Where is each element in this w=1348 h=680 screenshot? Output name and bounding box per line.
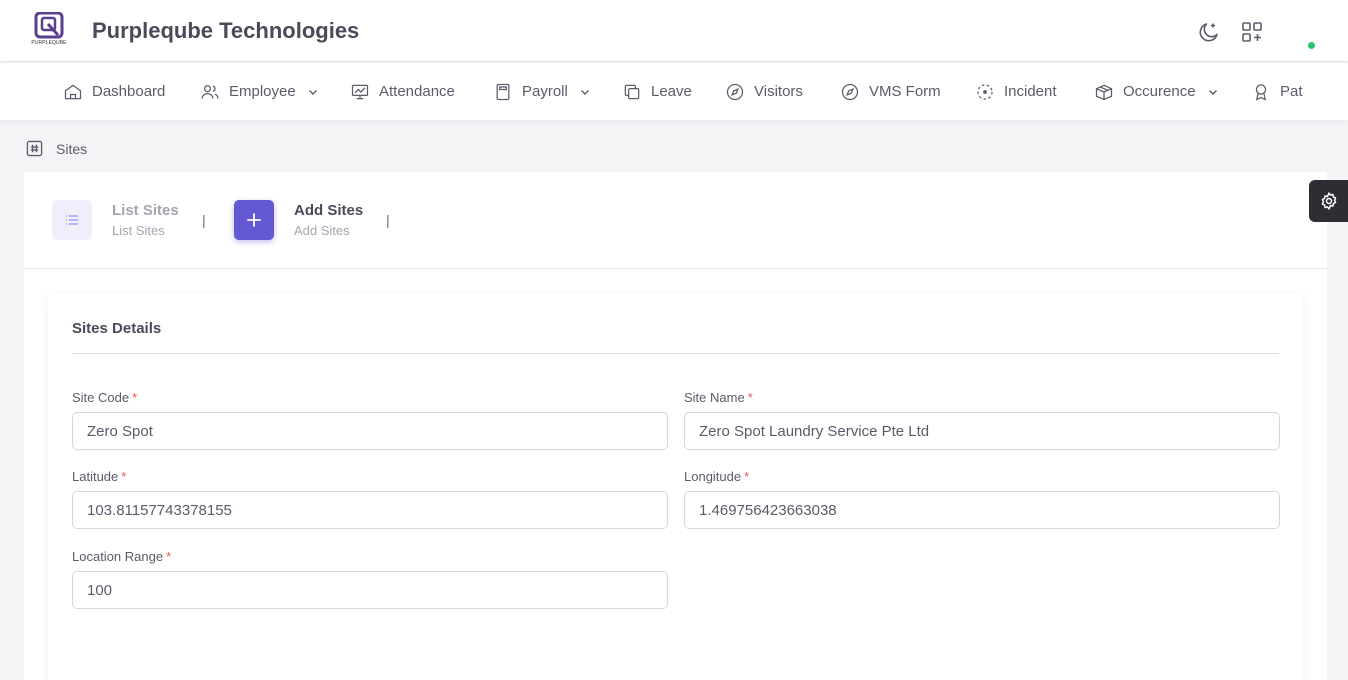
nav-item-vms-form[interactable]: VMS Form: [840, 63, 941, 120]
required-marker: *: [132, 390, 138, 405]
nav-label: VMS Form: [869, 83, 941, 100]
site-name-input[interactable]: [684, 412, 1280, 450]
top-header: PURPLEQUBE Purpleqube Technologies: [0, 0, 1348, 62]
hash-icon: [26, 140, 43, 157]
focus-icon: [977, 83, 993, 100]
nav-label: Dashboard: [92, 83, 166, 100]
chevron-down-icon: [580, 89, 589, 95]
latitude-input[interactable]: [72, 491, 668, 529]
step-subtitle: Add Sites: [294, 223, 350, 238]
nav-label: Occurence: [1123, 83, 1196, 100]
company-name: Purpleqube Technologies: [92, 18, 360, 43]
calculator-icon: [496, 83, 510, 100]
nav-label: Visitors: [754, 83, 803, 100]
step-divider: |: [386, 212, 390, 228]
required-marker: *: [166, 549, 172, 564]
card-divider: [24, 268, 1327, 269]
site-name-field: Site Name *: [684, 390, 1280, 450]
online-status-dot: [1308, 42, 1315, 49]
award-icon: [1255, 83, 1267, 101]
step-add-sites[interactable]: Add Sites Add Sites: [234, 200, 363, 240]
form-title: Sites Details: [72, 320, 162, 337]
site-code-label: Site Code *: [72, 390, 138, 405]
nav-item-payroll[interactable]: Payroll: [493, 63, 591, 120]
compass-icon: [726, 83, 744, 100]
location-range-input[interactable]: [72, 571, 668, 609]
chevron-down-icon: [1208, 89, 1217, 95]
users-icon: [201, 84, 219, 99]
step-list-sites[interactable]: List Sites List Sites: [52, 200, 179, 240]
nav-label: Attendance: [379, 83, 455, 100]
nav-item-attendance[interactable]: Attendance: [350, 63, 455, 120]
plus-icon: [234, 200, 274, 240]
compass-icon: [841, 83, 859, 100]
location-range-field: Location Range *: [72, 549, 668, 609]
chevron-down-icon: [308, 89, 317, 95]
moon-icon[interactable]: [1197, 20, 1221, 44]
site-code-field: Site Code *: [72, 390, 668, 450]
site-code-input[interactable]: [72, 412, 668, 450]
nav-label: Pat: [1280, 83, 1303, 100]
list-icon: [52, 200, 92, 240]
longitude-input[interactable]: [684, 491, 1280, 529]
nav-label: Employee: [229, 83, 296, 100]
location-range-label: Location Range *: [72, 549, 172, 564]
nav-item-leave[interactable]: Leave: [622, 63, 692, 120]
presentation-icon: [351, 84, 369, 99]
logo-caption: PURPLEQUBE: [31, 40, 67, 46]
nav-item-incident[interactable]: Incident: [975, 63, 1057, 120]
apps-add-icon[interactable]: [1240, 20, 1264, 44]
step-title: Add Sites: [294, 202, 364, 219]
nav-item-employee[interactable]: Employee: [200, 63, 319, 120]
longitude-label: Longitude *: [684, 469, 750, 484]
gear-icon: [1321, 192, 1336, 210]
nav-item-dashboard[interactable]: Dashboard: [63, 63, 165, 120]
main-nav: Dashboard Employee Attendance Payroll Le…: [0, 63, 1348, 120]
site-name-label: Site Name *: [684, 390, 753, 405]
nav-label: Leave: [651, 83, 692, 100]
step-title: List Sites: [112, 202, 179, 219]
nav-item-visitors[interactable]: Visitors: [725, 63, 803, 120]
latitude-field: Latitude *: [72, 469, 668, 529]
required-marker: *: [121, 469, 127, 484]
nav-item-pat[interactable]: Pat: [1251, 63, 1303, 120]
step-subtitle: List Sites: [112, 223, 165, 238]
nav-label: Payroll: [522, 83, 568, 100]
required-marker: *: [747, 390, 753, 405]
page-title: Sites: [56, 140, 88, 157]
copy-icon: [624, 84, 640, 99]
home-icon: [64, 84, 82, 99]
step-divider: |: [202, 212, 206, 228]
latitude-label: Latitude *: [72, 469, 127, 484]
theme-customizer-toggle[interactable]: [1309, 180, 1348, 222]
box-icon: [1095, 84, 1113, 100]
sites-card: List Sites List Sites | Add Sites Add Si…: [24, 172, 1327, 680]
nav-label: Incident: [1004, 83, 1057, 100]
nav-item-occurence[interactable]: Occurence: [1094, 63, 1219, 120]
required-marker: *: [744, 469, 750, 484]
sites-details-form: Sites Details Site Code* Site Name* Lati…: [48, 294, 1303, 680]
form-divider: [72, 353, 1279, 354]
breadcrumb: Sites: [26, 140, 87, 157]
longitude-field: Longitude *: [684, 469, 1280, 529]
